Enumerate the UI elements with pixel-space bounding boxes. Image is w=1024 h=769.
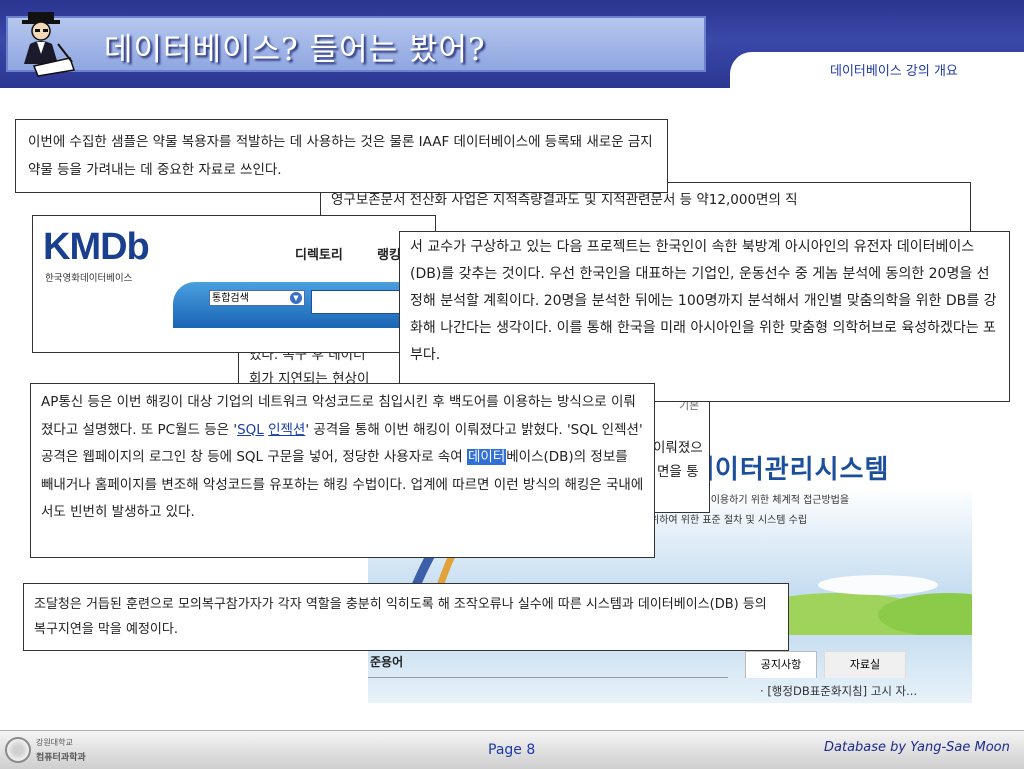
notice-item-text[interactable]: [행정DB표준화지침] 고시 자... <box>767 684 917 698</box>
slide-title: 데이터베이스? 들어는 봤어? <box>104 32 486 68</box>
university-seal-icon <box>5 737 31 763</box>
tab-files[interactable]: 자료실 <box>824 651 906 678</box>
iaaf-text: 이번에 수집한 샘플은 약물 복용자를 적발하는 데 사용하는 것은 물론 IA… <box>28 134 653 178</box>
system-site-heading: 데이터관리시스템 <box>690 455 890 485</box>
course-subtitle: 데이터베이스 강의 개요 <box>830 64 958 79</box>
kmdb-menu-directory[interactable]: 디렉토리 <box>295 244 343 263</box>
recovery-text: 조달청은 거듭된 훈련으로 모의복구참가자가 각자 역할을 충분히 익히도록 해… <box>34 597 767 637</box>
recovery-text-box: 조달청은 거듭된 훈련으로 모의복구참가자가 각자 역할을 충분히 익히도록 해… <box>23 583 789 651</box>
chevron-down-icon: ▼ <box>290 292 302 304</box>
hacking-text-box: AP통신 등은 이번 해킹이 대상 기업의 네트워크 악성코드로 침입시킨 후 … <box>30 383 655 558</box>
genome-text: 서 교수가 구상하고 있는 다음 프로젝트는 한국인이 속한 북방계 아시아인의… <box>410 239 997 363</box>
iaaf-text-box: 이번에 수집한 샘플은 약물 복용자를 적발하는 데 사용하는 것은 물론 IA… <box>15 119 668 193</box>
highlighted-word: 데이터 <box>466 449 507 465</box>
footer-credit: Database by Yang-Sae Moon <box>824 740 1010 755</box>
kmdb-screenshot: KMDb 한국영화데이터베이스 디렉토리 랭킹 통합검색 ▼ + 상세검색 국내… <box>32 215 436 353</box>
kmdb-logo-sub: 한국영화데이터베이스 <box>45 273 133 284</box>
system-site-divider <box>368 677 728 678</box>
kmdb-category-links[interactable]: 국내영화 | 국외영화 | <box>283 340 382 352</box>
peek-text-4: 면을 통 <box>657 464 699 480</box>
injection-link[interactable]: 인젝션 <box>268 422 305 438</box>
sql-link[interactable]: SQL <box>237 422 264 438</box>
kmdb-search-select[interactable]: 통합검색 ▼ <box>209 290 305 306</box>
kmdb-logo: KMDb <box>43 226 150 268</box>
kmdb-advanced-search[interactable]: + 상세검색 <box>205 340 259 352</box>
department-name: 컴퓨터과학과 <box>36 753 86 763</box>
system-site-section-label: 준용어 <box>370 655 404 669</box>
page-number: Page 8 <box>488 742 536 758</box>
genome-text-box: 서 교수가 구상하고 있는 다음 프로젝트는 한국인이 속한 북방계 아시아인의… <box>399 231 1010 402</box>
university-name: 강원대학교 <box>36 738 73 747</box>
peek-text-3: 이뤄졌으 <box>653 440 703 456</box>
notice-list-item[interactable]: · [행정DB표준화지침] 고시 자... <box>760 683 917 699</box>
tab-notice[interactable]: 공지사항 <box>745 651 817 678</box>
kmdb-search-select-value: 통합검색 <box>212 293 249 304</box>
kmdb-menu-ranking[interactable]: 랭킹 <box>377 244 401 263</box>
professor-clipart-icon <box>14 6 78 78</box>
